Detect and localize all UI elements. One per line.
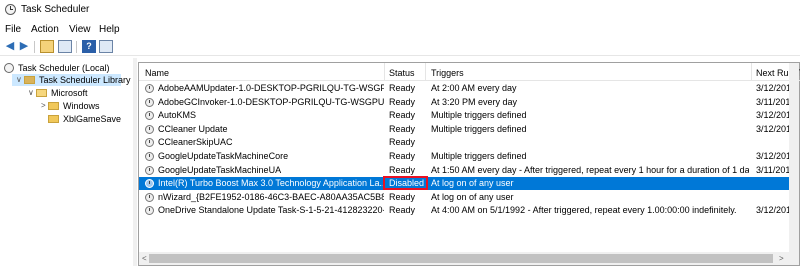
task-clock-icon — [145, 84, 154, 93]
tree-root-label: Task Scheduler (Local) — [18, 63, 110, 73]
task-row[interactable]: GoogleUpdateTaskMachineUA Ready At 1:50 AM… — [139, 164, 799, 177]
task-row[interactable]: CCleanerSkipUAC Ready — [139, 136, 799, 149]
task-clock-icon — [145, 138, 154, 148]
task-name: AutoKMS — [158, 110, 197, 121]
task-triggers: At 3:20 PM every day — [431, 96, 518, 107]
column-divider[interactable] — [425, 63, 426, 80]
back-icon[interactable]: ◀ — [3, 40, 17, 53]
task-clock-icon — [145, 111, 154, 121]
toolbar-separator — [76, 41, 77, 53]
task-status: Ready — [389, 96, 416, 107]
tree-item-xblgamesave[interactable]: XblGameSave — [36, 113, 131, 125]
task-clock-icon — [145, 192, 154, 202]
task-triggers: Multiple triggers defined — [431, 123, 527, 134]
task-status: Ready — [389, 164, 416, 175]
task-name: nWizard_{B2FE1952-0186-46C3-BAEC-A80AA35… — [158, 191, 384, 202]
tree-item-windows[interactable]: > Windows — [36, 100, 126, 112]
tree-item-microsoft-label: Microsoft — [51, 88, 88, 98]
task-status: Ready — [389, 191, 416, 202]
task-row[interactable]: AdobeGCInvoker-1.0-DESKTOP-PGRILQU-TG-WS… — [139, 96, 799, 109]
folder-icon — [24, 76, 35, 84]
task-clock-icon — [145, 97, 154, 107]
scroll-right-icon[interactable]: > — [779, 254, 784, 263]
vertical-scrollbar[interactable] — [789, 63, 799, 265]
task-triggers: At 4:00 AM on 5/1/1992 - After triggered… — [431, 205, 737, 216]
task-name: CCleaner Update — [158, 123, 228, 134]
column-divider[interactable] — [384, 63, 385, 80]
task-triggers: Multiple triggers defined — [431, 151, 527, 161]
chevron-down-icon[interactable]: ∨ — [28, 87, 34, 99]
menu-help[interactable]: Help — [99, 24, 120, 35]
scroll-left-icon[interactable]: < — [142, 254, 147, 263]
task-clock-icon — [145, 165, 154, 175]
task-list: Name Status Triggers Next Run T AdobeAAM… — [138, 62, 800, 266]
chevron-right-icon[interactable]: > — [41, 100, 46, 112]
tree-item-library-label: Task Scheduler Library — [39, 75, 131, 85]
task-clock-icon — [145, 206, 154, 216]
column-divider[interactable] — [751, 63, 752, 80]
status-highlight-box — [383, 176, 428, 191]
menu-bar: File Action View Help — [0, 22, 800, 36]
task-row[interactable]: AutoKMS Ready Multiple triggers defined 3/1… — [139, 109, 799, 122]
task-row[interactable]: Intel(R) Turbo Boost Max 3.0 Technology … — [139, 176, 799, 191]
scrollbar-thumb[interactable] — [149, 254, 773, 263]
task-name: GoogleUpdateTaskMachineCore — [158, 151, 289, 161]
toolbar: ◀ ▶ ? — [0, 38, 800, 56]
task-row[interactable]: CCleaner Update Ready Multiple triggers de… — [139, 123, 799, 136]
task-name: Intel(R) Turbo Boost Max 3.0 Technology … — [158, 178, 384, 189]
task-clock-icon — [145, 179, 154, 189]
clock-icon — [4, 63, 14, 73]
navigation-tree: Task Scheduler (Local) ∨ Task Scheduler … — [0, 58, 133, 266]
menu-action[interactable]: Action — [31, 24, 59, 35]
properties-icon[interactable] — [99, 40, 113, 53]
task-triggers: Multiple triggers defined — [431, 110, 527, 121]
tree-item-library[interactable]: ∨ Task Scheduler Library — [12, 74, 131, 86]
folder-icon — [48, 115, 59, 123]
task-status: Ready — [389, 110, 416, 121]
task-clock-icon — [145, 152, 154, 161]
title-bar: Task Scheduler — [0, 0, 800, 20]
pane-splitter[interactable] — [133, 58, 137, 266]
task-status: Ready — [389, 123, 416, 134]
task-status: Ready — [389, 137, 416, 148]
task-status: Ready — [389, 151, 416, 161]
toolbar-separator — [34, 41, 35, 53]
tree-item-xblgamesave-label: XblGameSave — [63, 114, 122, 124]
tree-root[interactable]: Task Scheduler (Local) — [0, 62, 133, 74]
task-name: AdobeAAMUpdater-1.0-DESKTOP-PGRILQU-TG-W… — [158, 83, 384, 93]
task-name: OneDrive Standalone Update Task-S-1-5-21… — [158, 205, 384, 216]
forward-icon[interactable]: ▶ — [17, 40, 31, 53]
task-row[interactable]: nWizard_{B2FE1952-0186-46C3-BAEC-A80AA35… — [139, 191, 799, 204]
chevron-down-icon[interactable]: ∨ — [16, 74, 22, 86]
task-triggers: At 2:00 AM every day — [431, 83, 517, 93]
up-folder-icon[interactable] — [40, 40, 54, 53]
task-triggers: At 1:50 AM every day - After triggered, … — [431, 164, 749, 175]
task-row[interactable]: AdobeAAMUpdater-1.0-DESKTOP-PGRILQU-TG-W… — [139, 82, 799, 95]
task-scheduler-clock-icon — [5, 4, 16, 15]
task-status: Ready — [389, 83, 416, 93]
tree-item-microsoft[interactable]: ∨ Microsoft — [24, 87, 124, 99]
task-triggers: At log on of any user — [431, 178, 514, 189]
task-triggers: At log on of any user — [431, 191, 514, 202]
task-name: GoogleUpdateTaskMachineUA — [158, 164, 282, 175]
horizontal-scrollbar[interactable]: < > — [139, 252, 789, 265]
help-icon[interactable]: ? — [82, 40, 96, 53]
column-header-triggers[interactable]: Triggers — [431, 68, 464, 78]
task-row[interactable]: OneDrive Standalone Update Task-S-1-5-21… — [139, 204, 799, 217]
task-status: Ready — [389, 205, 416, 216]
menu-file[interactable]: File — [5, 24, 21, 35]
column-header-row: Name Status Triggers Next Run T — [139, 63, 800, 81]
folder-icon — [48, 102, 59, 110]
column-header-status[interactable]: Status — [389, 68, 415, 78]
tree-item-windows-label: Windows — [63, 101, 100, 111]
show-hide-tree-icon[interactable] — [58, 40, 72, 53]
task-name: AdobeGCInvoker-1.0-DESKTOP-PGRILQU-TG-WS… — [158, 96, 384, 107]
column-header-name[interactable]: Name — [145, 68, 169, 78]
task-clock-icon — [145, 124, 154, 134]
task-row[interactable]: GoogleUpdateTaskMachineCore Ready Multiple… — [139, 150, 799, 163]
menu-view[interactable]: View — [69, 24, 91, 35]
folder-open-icon — [36, 89, 47, 97]
task-name: CCleanerSkipUAC — [158, 137, 233, 148]
window-title: Task Scheduler — [21, 4, 90, 15]
